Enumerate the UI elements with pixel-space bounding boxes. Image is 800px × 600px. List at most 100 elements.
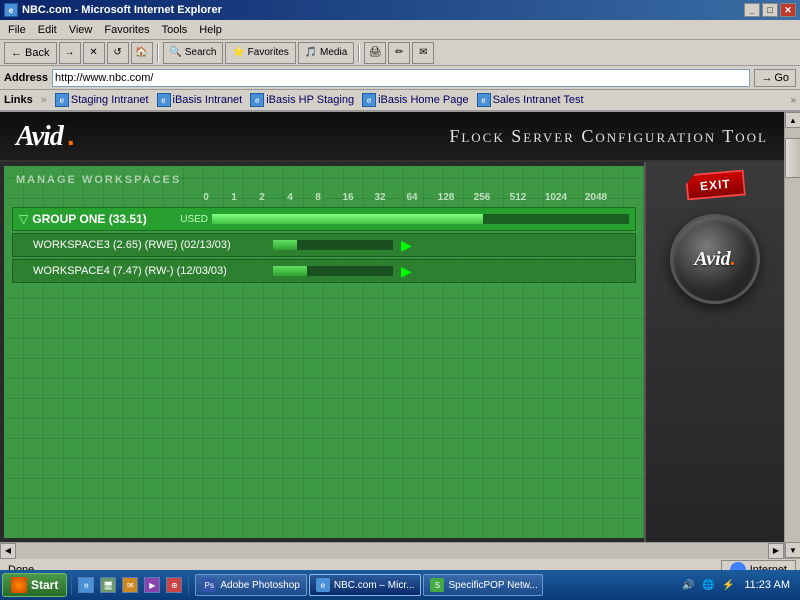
quicklaunch-icon-4[interactable]: ▶	[142, 575, 162, 595]
stop-button[interactable]: ✕	[83, 42, 105, 64]
window-title: NBC.com - Microsoft Internet Explorer	[22, 4, 222, 16]
quicklaunch-icon-3[interactable]: ✉	[120, 575, 140, 595]
group-name: GROUP ONE (33.51)	[32, 212, 172, 226]
edit-button[interactable]: ✏	[388, 42, 410, 64]
tray-icon-1[interactable]: 🔊	[680, 577, 696, 593]
avid-logo-text: Avid	[16, 121, 63, 153]
right-panel: EXIT Avid.	[644, 162, 784, 542]
link-staging-intranet[interactable]: e Staging Intranet	[55, 93, 149, 107]
restore-button[interactable]: □	[762, 3, 778, 17]
scale-256: 256	[464, 192, 500, 203]
menu-tools[interactable]: Tools	[156, 23, 194, 37]
avid-header: Avid . Flock Server Configuration Tool	[0, 112, 784, 162]
ie-favicon: e	[4, 3, 18, 17]
scale-1024: 1024	[536, 192, 576, 203]
taskbar: Start e 🖥 ✉ ▶ ⊕ Ps Adobe Photoshop	[0, 570, 800, 600]
home-button[interactable]: 🏠	[131, 42, 153, 64]
media-quick-icon: ▶	[144, 577, 160, 593]
scroll-track-vertical[interactable]	[785, 128, 800, 542]
taskbar-task-nbc[interactable]: e NBC.com – Micr...	[309, 574, 422, 596]
link-sales-intranet[interactable]: e Sales Intranet Test	[477, 93, 584, 107]
taskbar-separator-2	[188, 575, 189, 595]
scroll-down-button[interactable]: ▼	[785, 542, 800, 558]
group-row[interactable]: ▽ GROUP ONE (33.51) USED	[12, 207, 636, 231]
forward-button[interactable]: →	[59, 42, 81, 64]
group-used-label: USED	[180, 214, 208, 225]
avid-circle-text: Avid.	[694, 248, 735, 271]
quicklaunch-icon-5[interactable]: ⊕	[164, 575, 184, 595]
links-more[interactable]: »	[790, 95, 796, 106]
taskbar-right: 🔊 🌐 ⚡ 11:23 AM	[676, 577, 798, 593]
workspace-bar-2	[273, 266, 393, 276]
exit-button[interactable]: EXIT	[685, 169, 746, 200]
mail-button[interactable]: ✉	[412, 42, 434, 64]
close-button[interactable]: ✕	[780, 3, 796, 17]
address-input[interactable]	[52, 69, 750, 87]
search-button[interactable]: 🔍 Search	[163, 42, 224, 64]
favorites-button[interactable]: ⭐ Favorites	[225, 42, 295, 64]
menu-file[interactable]: File	[2, 23, 32, 37]
taskbar-task-photoshop[interactable]: Ps Adobe Photoshop	[195, 574, 307, 596]
scroll-up-button[interactable]: ▲	[785, 112, 800, 128]
media-button[interactable]: 🎵 Media	[298, 42, 354, 64]
scale-1: 1	[220, 192, 248, 203]
links-bar: Links » e Staging Intranet e iBasis Intr…	[0, 90, 800, 112]
menu-help[interactable]: Help	[193, 23, 228, 37]
misc-quick-icon: ⊕	[166, 577, 182, 593]
manage-workspaces-label: MANAGE WORKSPACES	[12, 174, 636, 186]
group-expand-icon: ▽	[19, 212, 28, 226]
links-separator: »	[41, 94, 47, 106]
scroll-right-button[interactable]: ▶	[768, 543, 784, 559]
outlook-quick-icon: ✉	[122, 577, 138, 593]
link-ibasis-hp-staging[interactable]: e iBasis HP Staging	[250, 93, 354, 107]
link-ibasis-home[interactable]: e iBasis Home Page	[362, 93, 469, 107]
tray-icon-2[interactable]: 🌐	[700, 577, 716, 593]
scale-16: 16	[332, 192, 364, 203]
right-scrollbar: ▲ ▼	[784, 112, 800, 558]
refresh-button[interactable]: ↺	[107, 42, 129, 64]
back-button[interactable]: ← Back	[4, 42, 57, 64]
workspace-play-btn-2[interactable]: ▶	[401, 263, 412, 280]
workspace-row-2[interactable]: WORKSPACE4 (7.47) (RW-) (12/03/03) ▶	[12, 259, 636, 283]
workspace-panel: MANAGE WORKSPACES 0 1 2 4 8 16 32	[0, 162, 644, 542]
main-content: Avid . Flock Server Configuration Tool M…	[0, 112, 784, 558]
scroll-track-horizontal[interactable]	[16, 543, 768, 559]
scroll-thumb[interactable]	[785, 138, 800, 178]
start-button[interactable]: Start	[2, 573, 67, 597]
avid-logo-dot: .	[67, 120, 75, 152]
workspace-row-1[interactable]: WORKSPACE3 (2.65) (RWE) (02/13/03) ▶	[12, 233, 636, 257]
menu-favorites[interactable]: Favorites	[98, 23, 155, 37]
windows-icon	[11, 577, 27, 593]
print-button[interactable]: 🖨	[364, 42, 386, 64]
quick-launch: e 🖥 ✉ ▶ ⊕	[76, 575, 184, 595]
scale-2: 2	[248, 192, 276, 203]
start-label: Start	[31, 578, 58, 592]
links-label: Links	[4, 94, 33, 106]
desktop-quick-icon: 🖥	[100, 577, 116, 593]
menu-edit[interactable]: Edit	[32, 23, 63, 37]
scale-header: 0 1 2 4 8 16 32 64 128 256 512	[12, 192, 636, 203]
go-button[interactable]: → Go	[754, 69, 796, 87]
link-icon-2: e	[157, 93, 171, 107]
window-controls: _ □ ✕	[744, 3, 796, 17]
toolbar-separator	[157, 44, 159, 62]
taskbar-task-specificpop[interactable]: S SpecificPOP Netw...	[423, 574, 543, 596]
exit-label: EXIT	[699, 177, 731, 194]
scale-64: 64	[396, 192, 428, 203]
link-ibasis-intranet[interactable]: e iBasis Intranet	[157, 93, 243, 107]
minimize-button[interactable]: _	[744, 3, 760, 17]
menu-view[interactable]: View	[63, 23, 99, 37]
workspace-play-btn-1[interactable]: ▶	[401, 237, 412, 254]
workspace-bar-1	[273, 240, 393, 250]
quicklaunch-icon-1[interactable]: e	[76, 575, 96, 595]
scroll-left-button[interactable]: ◀	[0, 543, 16, 559]
link-icon-1: e	[55, 93, 69, 107]
toolbar: ← Back → ✕ ↺ 🏠 🔍 Search ⭐ Favorites 🎵 Me…	[0, 40, 800, 66]
workspace-bar-fill-2	[273, 266, 307, 276]
tray-icon-3[interactable]: ⚡	[720, 577, 736, 593]
scale-4: 4	[276, 192, 304, 203]
quicklaunch-icon-2[interactable]: 🖥	[98, 575, 118, 595]
workspace-bar-fill-1	[273, 240, 297, 250]
scale-512: 512	[500, 192, 536, 203]
go-arrow-icon: →	[761, 72, 772, 84]
